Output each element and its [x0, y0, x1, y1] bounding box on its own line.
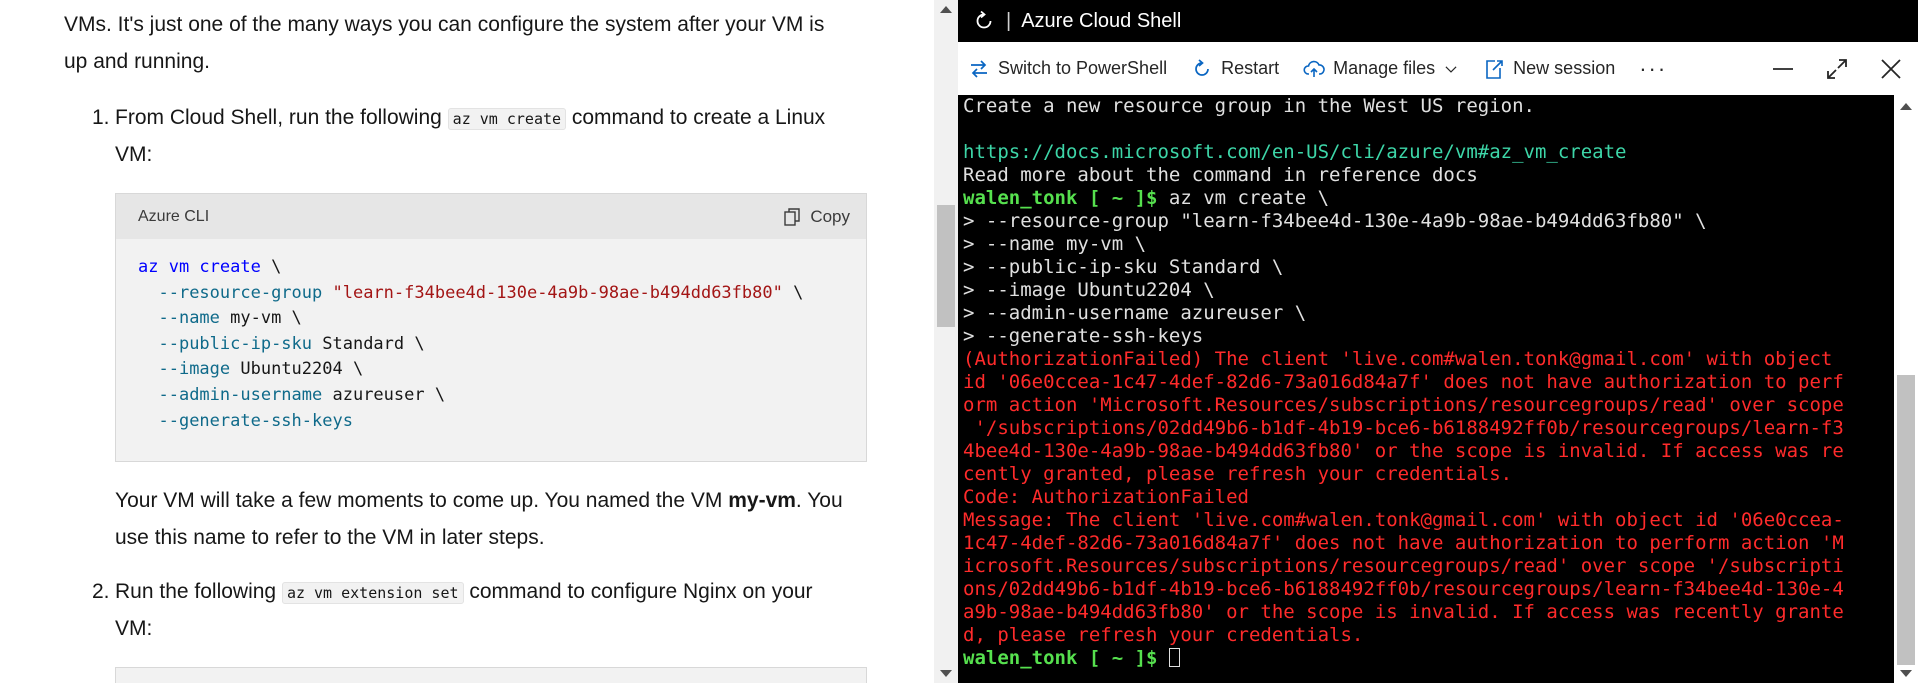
- scroll-down-arrow[interactable]: [940, 670, 952, 677]
- error-line: id '06e0ccea-1c47-4def-82d6-73a016d84a7f…: [963, 371, 1844, 393]
- code-line: az vm create \: [138, 257, 282, 277]
- error-line: 4bee4d-130e-4a9b-98ae-b494dd63fb80' or t…: [963, 440, 1844, 462]
- minimize-button[interactable]: [1756, 42, 1810, 95]
- intro-text-line1: VMs. It's just one of the many ways you …: [64, 13, 825, 36]
- code-block-2: [115, 667, 867, 683]
- terminal-line: Read more about the command in reference…: [963, 164, 1478, 186]
- continuation-line: > --generate-ssh-keys: [963, 325, 1204, 347]
- error-line: ons/02dd49b6-b1df-4b19-bce6-b6188492ff0b…: [963, 578, 1844, 600]
- terminal-scrollbar[interactable]: [1894, 95, 1918, 683]
- close-icon: [1881, 58, 1901, 79]
- docs-scrollbar[interactable]: [934, 0, 958, 683]
- command-line: walen_tonk [ ~ ]$ az vm create \: [963, 187, 1894, 210]
- code-language-label: Azure CLI: [138, 207, 210, 225]
- scroll-thumb[interactable]: [937, 205, 955, 327]
- code-block-header: Azure CLI Copy: [116, 194, 866, 239]
- step2-number: 2.: [92, 580, 110, 603]
- window-controls: [1756, 42, 1918, 95]
- terminal-line: Create a new resource group in the West …: [963, 95, 1535, 117]
- step1-text: From Cloud Shell, run the following az v…: [115, 106, 826, 130]
- copy-label: Copy: [810, 206, 850, 226]
- error-line: (AuthorizationFailed) The client 'live.c…: [963, 348, 1833, 370]
- step1-number: 1.: [92, 106, 110, 129]
- error-line: '/subscriptions/02dd49b6-b1df-4b19-bce6-…: [963, 417, 1844, 439]
- cloud-shell-pane: | Azure Cloud Shell Switch to PowerShell…: [958, 0, 1918, 683]
- maximize-icon: [1827, 58, 1847, 79]
- step2-text-line2: VM:: [115, 617, 153, 640]
- error-line: orm action 'Microsoft.Resources/subscrip…: [963, 394, 1844, 416]
- terminal-cursor: [1168, 648, 1180, 667]
- maximize-button[interactable]: [1810, 42, 1864, 95]
- code-block-body[interactable]: az vm create \ --resource-group "learn-f…: [116, 239, 866, 448]
- restart-button[interactable]: Restart: [1191, 58, 1279, 80]
- copy-button[interactable]: Copy: [784, 207, 850, 227]
- error-line: 1c47-4def-82d6-73a016d84a7f' does not ha…: [963, 532, 1844, 554]
- upload-icon: [1303, 60, 1325, 77]
- restart-icon: [1195, 58, 1209, 76]
- error-line: cently granted, please refresh your cred…: [963, 463, 1513, 485]
- code-line: --generate-ssh-keys: [158, 410, 353, 431]
- manage-files-button[interactable]: Manage files: [1303, 58, 1459, 80]
- shell-prompt: walen_tonk [ ~ ]$: [963, 187, 1158, 209]
- chevron-down-icon: [1445, 65, 1457, 73]
- new-session-icon: [1486, 59, 1503, 79]
- new-session-button[interactable]: New session: [1483, 58, 1615, 80]
- continuation-line: > --public-ip-sku Standard \: [963, 256, 1284, 278]
- shell-title: Azure Cloud Shell: [1021, 9, 1182, 32]
- vm-name-bold: my-vm: [728, 489, 796, 512]
- final-prompt-line[interactable]: walen_tonk [ ~ ]$: [963, 647, 1894, 670]
- error-line: Code: AuthorizationFailed: [963, 486, 1249, 508]
- step2-inline-code: az vm extension set: [281, 582, 464, 604]
- continuation-line: > --resource-group "learn-f34bee4d-130e-…: [963, 210, 1707, 232]
- intro-text-line2: up and running.: [64, 50, 210, 73]
- close-button[interactable]: [1864, 42, 1918, 95]
- code-line: --image Ubuntu2204 \: [158, 359, 364, 380]
- step1-inline-code: az vm create: [447, 108, 567, 130]
- terminal-output[interactable]: Create a new resource group in the West …: [958, 95, 1894, 683]
- switch-to-powershell-button[interactable]: Switch to PowerShell: [968, 58, 1167, 80]
- title-separator: |: [1006, 9, 1012, 32]
- code-line: --resource-group "learn-f34bee4d-130e-4a…: [158, 282, 804, 303]
- step2-text: Run the following az vm extension set co…: [115, 580, 813, 604]
- continuation-line: > --admin-username azureuser \: [963, 302, 1307, 324]
- docs-link[interactable]: https://docs.microsoft.com/en-US/cli/azu…: [963, 141, 1894, 164]
- docs-pane: VMs. It's just one of the many ways you …: [0, 0, 934, 683]
- shell-title-bar: | Azure Cloud Shell: [958, 0, 1918, 42]
- vm-note-line2: use this name to refer to the VM in late…: [115, 526, 545, 549]
- refresh-icon[interactable]: [972, 9, 996, 33]
- scroll-down-arrow[interactable]: [1900, 670, 1912, 677]
- minimize-icon: [1773, 67, 1793, 70]
- error-line: d, please refresh your credentials.: [963, 624, 1364, 646]
- continuation-line: > --image Ubuntu2204 \: [963, 279, 1215, 301]
- vm-note: Your VM will take a few moments to come …: [115, 489, 843, 512]
- switch-icon: [971, 59, 987, 78]
- scroll-up-arrow[interactable]: [1900, 103, 1912, 110]
- error-line: Message: The client 'live.com#walen.tonk…: [963, 509, 1844, 531]
- code-line: --public-ip-sku Standard \: [158, 333, 425, 354]
- continuation-line: > --name my-vm \: [963, 233, 1147, 255]
- code-line: --admin-username azureuser \: [158, 384, 446, 405]
- shell-prompt: walen_tonk [ ~ ]$: [963, 647, 1158, 669]
- code-line: --name my-vm \: [158, 308, 302, 329]
- error-line: a9b-98ae-b494dd63fb80' or the scope is i…: [963, 601, 1844, 623]
- step1-text-line2: VM:: [115, 143, 153, 166]
- shell-toolbar: Switch to PowerShell Restart Manage file…: [958, 42, 1918, 95]
- command-text: az vm create \: [1157, 187, 1330, 209]
- scroll-up-arrow[interactable]: [940, 6, 952, 13]
- copy-icon: [784, 207, 801, 226]
- more-options-button[interactable]: ···: [1639, 56, 1667, 82]
- code-block: Azure CLI Copy az vm create \ --resource…: [115, 193, 867, 462]
- error-line: icrosoft.Resources/subscriptions/resourc…: [963, 555, 1844, 577]
- scroll-thumb[interactable]: [1897, 375, 1915, 665]
